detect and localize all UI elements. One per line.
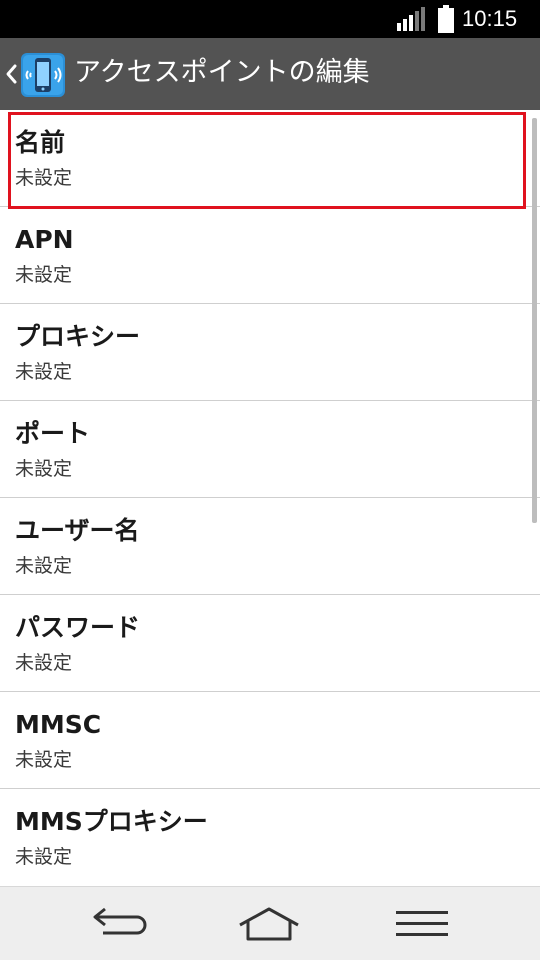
list-item-username[interactable]: ユーザー名 未設定 (0, 498, 540, 595)
scrollbar[interactable] (532, 118, 537, 523)
apn-settings-list: 名前 未設定 APN 未設定 プロキシー 未設定 ポート 未設定 ユーザー名 未… (0, 110, 540, 886)
list-item-proxy[interactable]: プロキシー 未設定 (0, 304, 540, 401)
back-arrow-icon[interactable] (83, 901, 153, 947)
status-bar: 10:15 (0, 0, 540, 38)
list-item-port[interactable]: ポート 未設定 (0, 401, 540, 498)
page-title: アクセスポイントの編集 (74, 57, 370, 88)
item-summary: 未設定 (15, 652, 73, 674)
item-summary: 未設定 (15, 167, 73, 189)
item-summary: 未設定 (15, 846, 73, 868)
home-icon[interactable] (234, 901, 304, 947)
item-title: MMSプロキシー (15, 807, 208, 836)
item-title: パスワード (15, 613, 141, 642)
item-summary: 未設定 (15, 264, 73, 286)
list-item-mms-proxy[interactable]: MMSプロキシー 未設定 (0, 789, 540, 886)
item-title: 名前 (15, 128, 66, 157)
item-summary: 未設定 (15, 458, 73, 480)
list-item-name[interactable]: 名前 未設定 (0, 110, 540, 207)
item-summary: 未設定 (15, 749, 73, 771)
item-title: ポート (15, 419, 91, 448)
status-time: 10:15 (462, 6, 518, 31)
mobile-network-settings-icon[interactable] (20, 52, 66, 98)
item-title: MMSC (15, 710, 102, 739)
action-bar: アクセスポイントの編集 (0, 38, 540, 110)
list-item-mmsc[interactable]: MMSC 未設定 (0, 692, 540, 789)
item-summary: 未設定 (15, 555, 73, 577)
item-summary: 未設定 (15, 361, 73, 383)
item-title: APN (15, 225, 74, 254)
item-title: ユーザー名 (15, 516, 140, 545)
battery-full-icon (438, 5, 454, 33)
list-item-apn[interactable]: APN 未設定 (0, 207, 540, 304)
chevron-left-icon[interactable] (4, 62, 18, 86)
signal-strength-icon (397, 7, 425, 31)
item-title: プロキシー (15, 322, 141, 351)
menu-icon[interactable] (387, 901, 457, 947)
list-item-password[interactable]: パスワード 未設定 (0, 595, 540, 692)
navigation-bar (0, 886, 540, 960)
